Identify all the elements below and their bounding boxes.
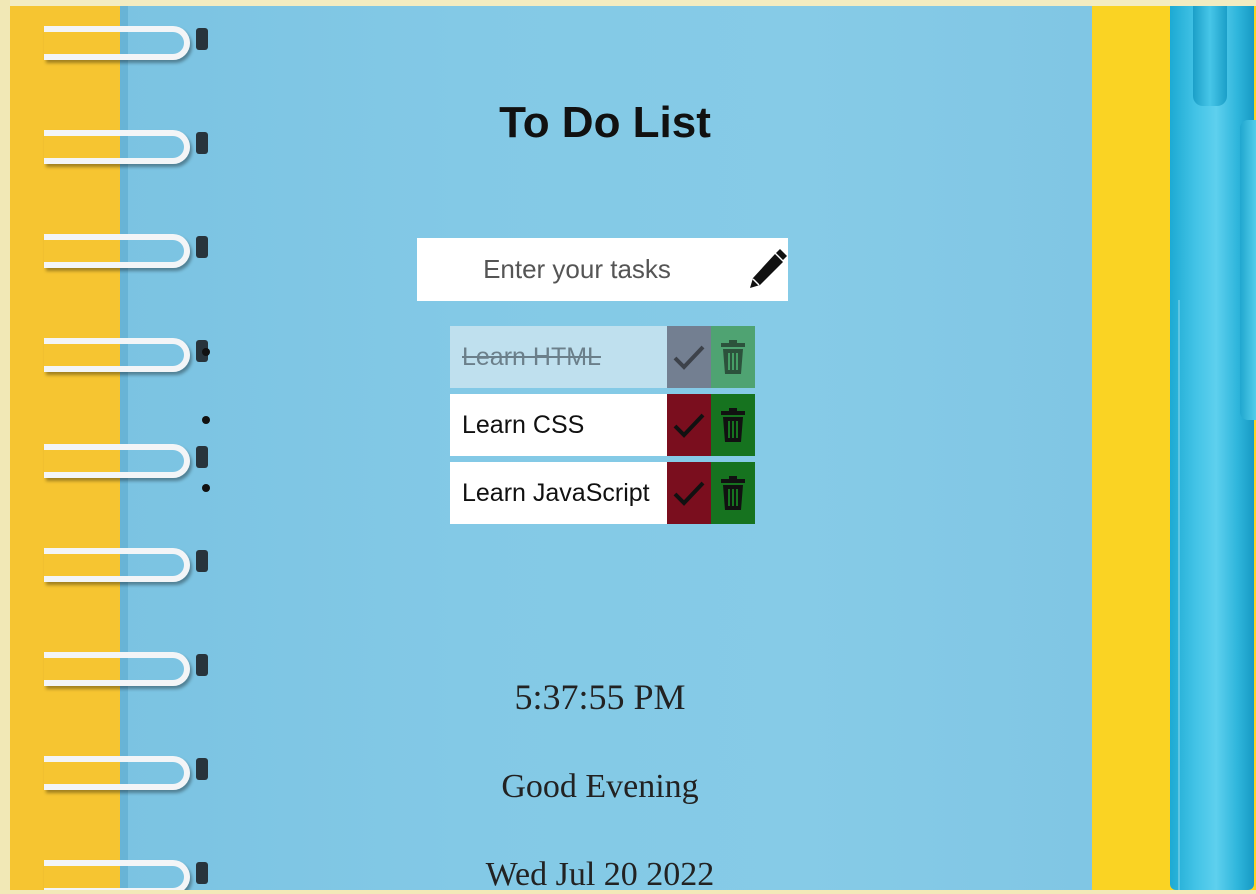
list-bullet	[202, 484, 210, 492]
delete-task-button[interactable]	[711, 326, 755, 388]
spiral-ring	[44, 436, 208, 478]
spiral-wire	[44, 130, 190, 164]
task-text: Learn CSS	[450, 394, 667, 456]
spiral-wire	[44, 234, 190, 268]
complete-task-button[interactable]	[667, 394, 711, 456]
spiral-ring	[44, 852, 208, 890]
binding-hole	[196, 862, 208, 884]
trash-icon	[721, 476, 745, 510]
task-text: Learn HTML	[450, 326, 667, 388]
binding-hole	[196, 446, 208, 468]
add-task-button[interactable]	[745, 248, 787, 292]
task-item: Learn HTML	[202, 326, 755, 388]
task-item: Learn JavaScript	[202, 462, 755, 524]
complete-task-button[interactable]	[667, 326, 711, 388]
checkmark-icon	[673, 345, 705, 370]
spiral-wire	[44, 860, 190, 890]
binding-hole	[196, 28, 208, 50]
task-input[interactable]	[417, 238, 737, 301]
spiral-wire	[44, 338, 190, 372]
spiral-ring	[44, 748, 208, 790]
pen-clip	[1193, 6, 1227, 106]
pen-grip	[1240, 120, 1256, 420]
spiral-ring	[44, 330, 208, 372]
frame-edge-left	[0, 0, 10, 890]
checkmark-icon	[673, 413, 705, 438]
delete-task-button[interactable]	[711, 462, 755, 524]
spiral-wire	[44, 652, 190, 686]
complete-task-button[interactable]	[667, 462, 711, 524]
spiral-ring	[44, 644, 208, 686]
binding-hole	[196, 758, 208, 780]
spiral-wire	[44, 548, 190, 582]
pencil-icon	[750, 249, 787, 288]
binding-hole	[196, 132, 208, 154]
page-title: To Do List	[499, 98, 711, 147]
clock-time: 5:37:55 PM	[514, 677, 686, 717]
checkmark-icon	[673, 481, 705, 506]
binding-hole	[196, 654, 208, 676]
task-text: Learn JavaScript	[450, 462, 667, 524]
spiral-wire	[44, 444, 190, 478]
spiral-wire	[44, 26, 190, 60]
spiral-wire	[44, 756, 190, 790]
spiral-ring	[44, 18, 208, 60]
greeting-text: Good Evening	[501, 768, 699, 805]
spiral-ring	[44, 122, 208, 164]
list-bullet	[202, 348, 210, 356]
spiral-ring	[44, 226, 208, 268]
list-bullet	[202, 416, 210, 424]
task-input-container	[417, 238, 788, 301]
trash-icon	[721, 408, 745, 442]
spiral-ring	[44, 540, 208, 582]
delete-task-button[interactable]	[711, 394, 755, 456]
binding-hole	[196, 550, 208, 572]
task-item: Learn CSS	[202, 394, 755, 456]
task-list: Learn HTML Learn CSS Learn JavaScript	[202, 326, 755, 530]
pen-highlight	[1178, 300, 1180, 890]
binding-hole	[196, 236, 208, 258]
trash-icon	[721, 340, 745, 374]
current-date: Wed Jul 20 2022	[485, 856, 715, 893]
